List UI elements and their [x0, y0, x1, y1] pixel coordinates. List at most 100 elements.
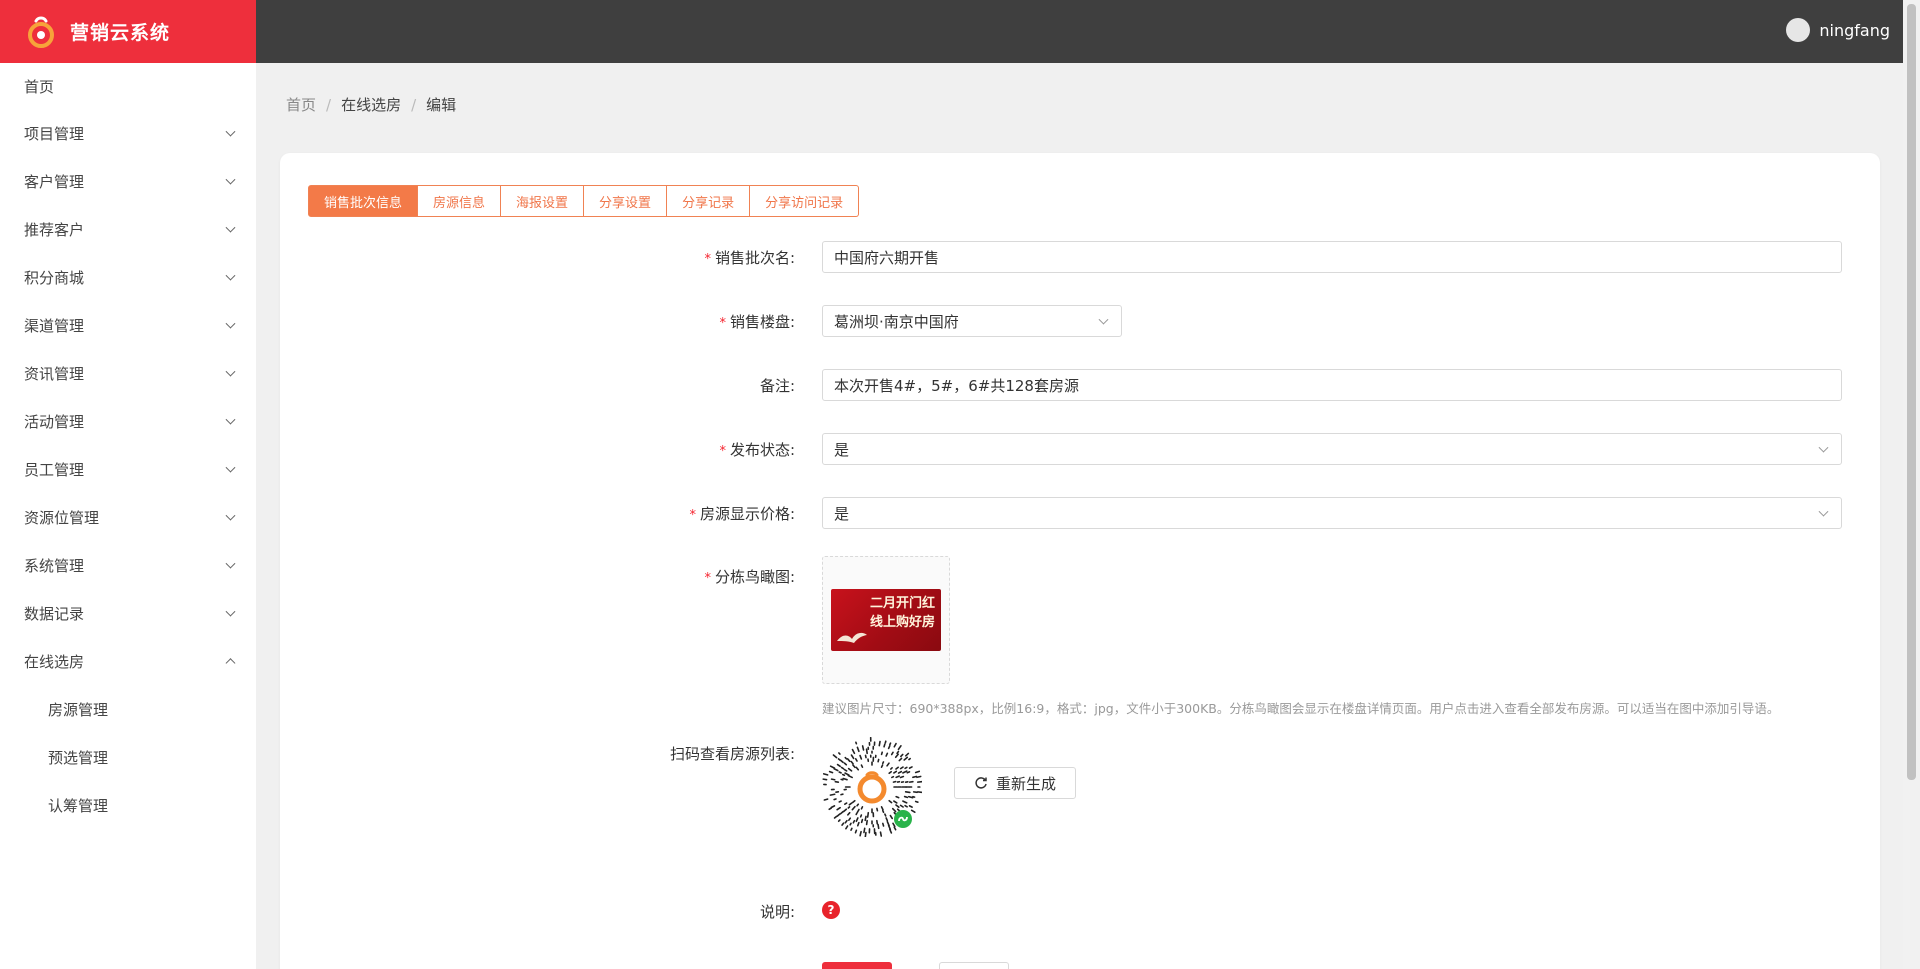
breadcrumb: 首页 / 在线选房 / 编辑	[286, 94, 456, 115]
note-label: 说明:	[759, 903, 795, 921]
sidebar-item-system[interactable]: 系统管理	[0, 541, 256, 589]
sidebar-item-label: 员工管理	[24, 460, 85, 479]
sidebar-item-referral[interactable]: 推荐客户	[0, 205, 256, 253]
qr-mark	[904, 791, 911, 794]
publish-status-select[interactable]: 是	[822, 433, 1842, 465]
qr-mark	[861, 745, 865, 751]
qr-mark	[906, 771, 911, 774]
qr-mark	[882, 822, 885, 827]
qr-mark	[830, 778, 836, 781]
qr-mark	[847, 806, 851, 809]
main-card: 销售批次信息 房源信息 海报设置 分享设置 分享记录 分享访问记录 * 销售批次名…	[280, 153, 1880, 969]
qr-mark	[877, 758, 880, 763]
sidebar-subitem-label: 房源管理	[48, 700, 109, 719]
qr-mark	[897, 745, 902, 751]
qr-mark	[841, 822, 845, 826]
qr-mark	[850, 827, 853, 831]
tab-poster-settings[interactable]: 海报设置	[501, 185, 585, 217]
qr-mark	[880, 764, 884, 768]
qr-mark	[904, 752, 910, 757]
remark-label: 备注:	[759, 377, 795, 395]
qr-mark	[889, 814, 894, 820]
qr-mark	[896, 750, 900, 755]
breadcrumb-home[interactable]: 首页	[286, 94, 316, 115]
property-select[interactable]: 葛洲坝·南京中国府	[822, 305, 1122, 337]
qr-mark	[908, 757, 911, 761]
breadcrumb-online-selection[interactable]: 在线选房	[341, 94, 401, 115]
qr-mark	[877, 823, 880, 830]
qr-mark	[890, 751, 894, 756]
avatar	[1786, 18, 1811, 42]
regenerate-button[interactable]: 重新生成	[954, 767, 1076, 799]
sidebar-item-label: 系统管理	[24, 556, 85, 575]
aerial-image-label: * 分栋鸟瞰图:	[704, 568, 795, 586]
remark-input[interactable]: 本次开售4#，5#，6#共128套房源	[822, 369, 1842, 401]
sidebar-item-data-records[interactable]: 数据记录	[0, 589, 256, 637]
sidebar-item-home[interactable]: 首页	[0, 63, 256, 109]
sidebar-item-activity[interactable]: 活动管理	[0, 397, 256, 445]
qr-mark	[851, 805, 856, 811]
sidebar-item-label: 数据记录	[24, 604, 85, 623]
chevron-down-icon	[225, 414, 236, 425]
sidebar-item-staff[interactable]: 员工管理	[0, 445, 256, 493]
sidebar-item-points-mall[interactable]: 积分商城	[0, 253, 256, 301]
qr-mark	[838, 752, 841, 755]
sidebar-item-online-selection[interactable]: 在线选房	[0, 637, 256, 685]
sidebar-item-label: 推荐客户	[24, 220, 85, 239]
sidebar-item-label: 首页	[24, 77, 55, 96]
chevron-down-icon	[1818, 506, 1829, 517]
tab-share-visit-records[interactable]: 分享访问记录	[750, 185, 860, 217]
qr-mark	[904, 766, 908, 770]
scrollbar-thumb[interactable]	[1907, 4, 1916, 780]
chevron-down-icon	[225, 222, 236, 233]
chevron-down-icon	[225, 462, 236, 473]
sidebar-item-news[interactable]: 资讯管理	[0, 349, 256, 397]
qr-mark	[879, 831, 883, 837]
qr-mark	[876, 807, 879, 812]
qr-mark	[859, 830, 862, 837]
sidebar-item-channel[interactable]: 渠道管理	[0, 301, 256, 349]
qr-mark	[833, 815, 838, 819]
qr-mark	[912, 775, 918, 779]
question-icon[interactable]: ?	[822, 901, 840, 919]
qr-mark	[880, 751, 884, 756]
qr-mark	[882, 761, 885, 765]
aerial-image-hint: 建议图片尺寸：690*388px，比例16:9，格式：jpg，文件小于300KB…	[822, 701, 1780, 716]
logo[interactable]: 营销云系统	[0, 0, 256, 63]
qr-mark	[844, 756, 848, 760]
property-label: * 销售楼盘:	[719, 313, 795, 331]
publish-status-label: * 发布状态:	[719, 441, 795, 459]
tab-share-records[interactable]: 分享记录	[667, 185, 751, 217]
sidebar-item-label: 渠道管理	[24, 316, 85, 335]
qr-mark	[894, 753, 899, 759]
user-menu[interactable]: ningfang	[1786, 18, 1890, 42]
qr-mark	[897, 770, 903, 774]
tab-share-settings[interactable]: 分享设置	[584, 185, 668, 217]
sidebar-subitem-preselection[interactable]: 预选管理	[0, 733, 256, 781]
sidebar-subitem-subscription[interactable]: 认筹管理	[0, 781, 256, 829]
cancel-button[interactable]	[939, 962, 1009, 969]
chevron-down-icon	[1818, 442, 1829, 453]
qr-mark	[891, 807, 897, 813]
aerial-image-preview[interactable]: 二月开门红 线上购好房	[831, 589, 941, 651]
page-scrollbar[interactable]	[1903, 0, 1920, 969]
qr-mark	[833, 798, 837, 801]
qr-mark	[851, 748, 856, 755]
batch-name-input[interactable]: 中国府六期开售	[822, 241, 1842, 273]
tab-batch-info[interactable]: 销售批次信息	[308, 185, 419, 217]
show-price-select[interactable]: 是	[822, 497, 1842, 529]
sidebar-item-customer[interactable]: 客户管理	[0, 157, 256, 205]
qr-mark	[889, 742, 892, 746]
sidebar-item-label: 在线选房	[24, 652, 85, 671]
qr-mark	[899, 775, 905, 779]
qr-mark	[837, 819, 841, 823]
sidebar-subitem-listings[interactable]: 房源管理	[0, 685, 256, 733]
sidebar: 首页 项目管理 客户管理 推荐客户 积分商城 渠道管理 资讯管理 活动管理 员工…	[0, 63, 256, 969]
tab-listing-info[interactable]: 房源信息	[418, 185, 502, 217]
submit-button[interactable]	[822, 962, 892, 969]
sidebar-item-resource-slot[interactable]: 资源位管理	[0, 493, 256, 541]
qr-mark	[847, 811, 851, 816]
aerial-image-upload[interactable]: 二月开门红 线上购好房	[822, 556, 950, 684]
qr-mark	[866, 811, 870, 818]
sidebar-item-project[interactable]: 项目管理	[0, 109, 256, 157]
